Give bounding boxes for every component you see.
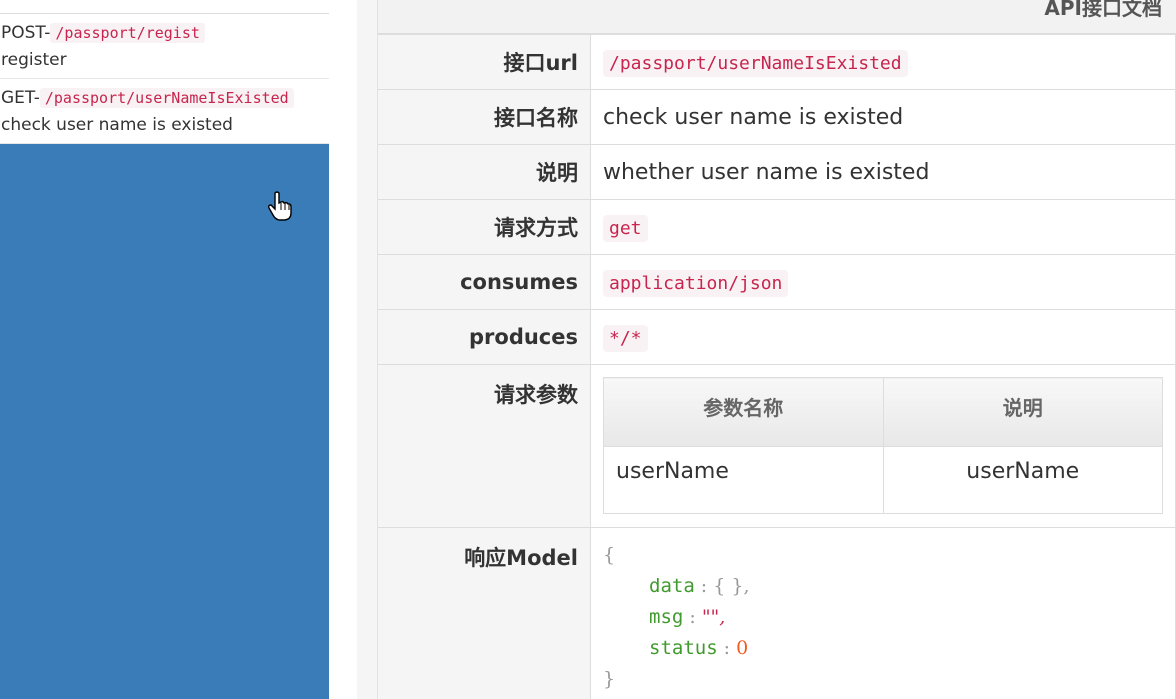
nav-item-desc: register: [1, 50, 67, 70]
json-key: status: [649, 637, 718, 659]
param-desc: userName: [882, 446, 1163, 514]
nav-item-path: /passport/regist: [50, 23, 205, 43]
row-desc: 说明 whether user name is existed: [378, 144, 1176, 200]
row-url: 接口url /passport/userNameIsExisted: [378, 34, 1176, 90]
json-sep: :: [683, 606, 702, 628]
method-code: get: [603, 214, 648, 242]
nav-item-method: POST-: [1, 23, 51, 43]
doc-title: API接口文档: [1044, 0, 1162, 20]
value-produces: */*: [590, 309, 1176, 365]
row-params: 请求参数 参数名称 说明 userName userName: [378, 364, 1176, 528]
row-method: 请求方式 get: [378, 199, 1176, 255]
content-gutter: [357, 0, 378, 699]
json-close-brace: }: [603, 668, 616, 690]
produces-code: */*: [603, 324, 648, 352]
json-open-brace: {: [603, 544, 616, 566]
hand-cursor-icon: [268, 191, 292, 221]
param-name: userName: [603, 446, 884, 514]
row-name: 接口名称 check user name is existed: [378, 89, 1176, 145]
sidebar: POST-/passport/regist register GET-/pass…: [0, 0, 329, 699]
label-model: 响应Model: [378, 527, 591, 699]
nav-item-path: /passport/userNameIsExisted: [39, 88, 294, 108]
api-list: POST-/passport/regist register GET-/pass…: [0, 0, 329, 144]
row-produces: produces */*: [378, 309, 1176, 365]
label-desc: 说明: [378, 144, 591, 200]
json-sep: :: [717, 637, 737, 659]
json-line-msg: msg : "",: [603, 602, 1163, 633]
nav-item-username-existed[interactable]: GET-/passport/userNameIsExisted check us…: [0, 79, 329, 144]
json-value: 0: [736, 637, 749, 659]
label-params: 请求参数: [378, 364, 591, 528]
json-value: { },: [713, 575, 750, 597]
table-row: userName userName: [603, 446, 1163, 514]
label-produces: produces: [378, 309, 591, 365]
nav-item-method: GET-: [1, 88, 40, 108]
sidebar-top-divider: [0, 0, 329, 14]
params-header-name: 参数名称: [603, 377, 884, 447]
label-name: 接口名称: [378, 89, 591, 145]
nav-item-regist[interactable]: POST-/passport/regist register: [0, 14, 329, 79]
doc-title-bar: API接口文档: [378, 0, 1176, 34]
json-sep: :: [694, 575, 714, 597]
json-value: "",: [701, 606, 726, 628]
content-gap: [329, 0, 357, 699]
json-key: data: [649, 575, 695, 597]
params-header-desc: 说明: [882, 377, 1163, 447]
label-consumes: consumes: [378, 254, 591, 310]
row-model: 响应Model { data : { }, msg : "", status :…: [378, 527, 1176, 699]
json-line-data: data : { },: [603, 571, 1163, 602]
json-line-status: status : 0: [603, 633, 1163, 664]
value-url: /passport/userNameIsExisted: [590, 34, 1176, 90]
json-key: msg: [649, 606, 684, 628]
params-table: 参数名称 说明 userName userName: [603, 377, 1163, 514]
label-method: 请求方式: [378, 199, 591, 255]
consumes-code: application/json: [603, 269, 789, 297]
api-doc-panel: API接口文档 接口url /passport/userNameIsExiste…: [378, 0, 1176, 699]
label-url: 接口url: [378, 34, 591, 90]
value-model: { data : { }, msg : "", status : 0 }: [590, 527, 1176, 699]
nav-item-desc: check user name is existed: [1, 115, 233, 135]
value-consumes: application/json: [590, 254, 1176, 310]
api-detail-table: 接口url /passport/userNameIsExisted 接口名称 c…: [378, 34, 1176, 699]
params-header-row: 参数名称 说明: [603, 377, 1163, 447]
row-consumes: consumes application/json: [378, 254, 1176, 310]
value-method: get: [590, 199, 1176, 255]
value-name: check user name is existed: [590, 89, 1176, 145]
value-params: 参数名称 说明 userName userName: [590, 364, 1176, 528]
url-code: /passport/userNameIsExisted: [603, 49, 908, 77]
model-json: { data : { }, msg : "", status : 0 }: [603, 540, 1163, 695]
value-desc: whether user name is existed: [590, 144, 1176, 200]
